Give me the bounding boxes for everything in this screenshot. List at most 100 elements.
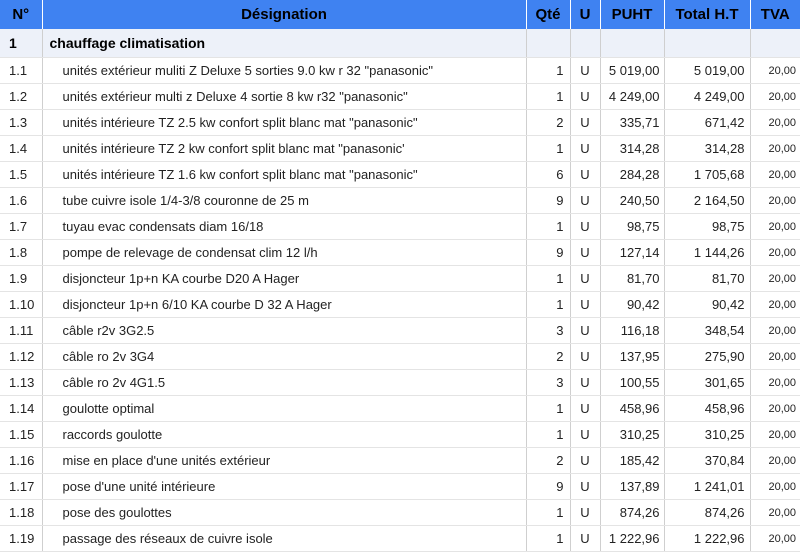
row-designation: tuyau evac condensats diam 16/18 bbox=[42, 213, 527, 240]
row-tva: 20,00 bbox=[750, 109, 800, 136]
row-designation: unités extérieur multi z Deluxe 4 sortie… bbox=[42, 83, 527, 110]
row-tva: 20,00 bbox=[750, 525, 800, 552]
row-total-ht: 81,70 bbox=[664, 265, 751, 292]
row-num: 1.10 bbox=[0, 291, 43, 318]
table-row[interactable]: 1.15 raccords goulotte 1 U 310,25 310,25 20,00 bbox=[0, 421, 800, 448]
row-unit: U bbox=[570, 135, 601, 162]
table-row[interactable]: 1.3 unités intérieure TZ 2.5 kw confort s… bbox=[0, 109, 800, 136]
row-qte: 1 bbox=[526, 57, 571, 84]
row-total-ht: 1 222,96 bbox=[664, 525, 751, 552]
row-designation: disjoncteur 1p+n KA courbe D20 A Hager bbox=[42, 265, 527, 292]
row-puht: 90,42 bbox=[600, 291, 665, 318]
row-num: 1.9 bbox=[0, 265, 43, 292]
row-qte: 1 bbox=[526, 265, 571, 292]
row-qte: 2 bbox=[526, 447, 571, 474]
row-puht: 127,14 bbox=[600, 239, 665, 266]
row-puht: 81,70 bbox=[600, 265, 665, 292]
row-qte: 1 bbox=[526, 395, 571, 422]
row-num: 1.16 bbox=[0, 447, 43, 474]
row-puht: 185,42 bbox=[600, 447, 665, 474]
row-puht: 5 019,00 bbox=[600, 57, 665, 84]
row-num: 1.18 bbox=[0, 499, 43, 526]
table-row[interactable]: 1.12 câble ro 2v 3G4 2 U 137,95 275,90 20,00 bbox=[0, 343, 800, 370]
row-qte: 1 bbox=[526, 291, 571, 318]
row-puht: 874,26 bbox=[600, 499, 665, 526]
row-total-ht: 275,90 bbox=[664, 343, 751, 370]
row-total-ht: 671,42 bbox=[664, 109, 751, 136]
row-total-ht: 4 249,00 bbox=[664, 83, 751, 110]
row-qte: 3 bbox=[526, 369, 571, 396]
table-row[interactable]: 1.5 unités intérieure TZ 1.6 kw confort s… bbox=[0, 161, 800, 188]
row-designation: câble ro 2v 3G4 bbox=[42, 343, 527, 370]
table-row[interactable]: 1.6 tube cuivre isole 1/4-3/8 couronne de… bbox=[0, 187, 800, 214]
table-row[interactable]: 1.14 goulotte optimal 1 U 458,96 458,96 20,00 bbox=[0, 395, 800, 422]
row-tva: 20,00 bbox=[750, 343, 800, 370]
table-row[interactable]: 1.2 unités extérieur multi z Deluxe 4 sor… bbox=[0, 83, 800, 110]
table-row[interactable]: 1.4 unités intérieure TZ 2 kw confort spl… bbox=[0, 135, 800, 162]
table-row[interactable]: 1.8 pompe de relevage de condensat clim 1… bbox=[0, 239, 800, 266]
row-unit: U bbox=[570, 499, 601, 526]
header-puht[interactable]: PUHT bbox=[600, 0, 665, 29]
row-total-ht: 348,54 bbox=[664, 317, 751, 344]
row-unit: U bbox=[570, 265, 601, 292]
header-total-ht[interactable]: Total H.T bbox=[664, 0, 751, 29]
row-unit: U bbox=[570, 213, 601, 240]
row-total-ht: 310,25 bbox=[664, 421, 751, 448]
row-unit: U bbox=[570, 525, 601, 552]
row-tva: 20,00 bbox=[750, 317, 800, 344]
row-designation: câble r2v 3G2.5 bbox=[42, 317, 527, 344]
row-num: 1.4 bbox=[0, 135, 43, 162]
row-tva: 20,00 bbox=[750, 161, 800, 188]
table-row[interactable]: 1.1 unités extérieur muliti Z Deluxe 5 so… bbox=[0, 57, 800, 84]
row-num: 1.14 bbox=[0, 395, 43, 422]
row-total-ht: 2 164,50 bbox=[664, 187, 751, 214]
row-qte: 9 bbox=[526, 473, 571, 500]
row-designation: pose d'une unité intérieure bbox=[42, 473, 527, 500]
table-row[interactable]: 1.10 disjoncteur 1p+n 6/10 KA courbe D 32… bbox=[0, 291, 800, 318]
table-row[interactable]: 1.19 passage des réseaux de cuivre isole 1… bbox=[0, 525, 800, 552]
table-row[interactable]: 1.7 tuyau evac condensats diam 16/18 1 U 98,… bbox=[0, 213, 800, 240]
table-row[interactable]: 1.13 câble ro 2v 4G1.5 3 U 100,55 301,65 20,00 bbox=[0, 369, 800, 396]
header-designation[interactable]: Désignation bbox=[42, 0, 527, 29]
table-row[interactable]: 1.11 câble r2v 3G2.5 3 U 116,18 348,54 20,00 bbox=[0, 317, 800, 344]
row-qte: 9 bbox=[526, 239, 571, 266]
row-unit: U bbox=[570, 83, 601, 110]
section-num: 1 bbox=[0, 29, 43, 58]
row-puht: 137,95 bbox=[600, 343, 665, 370]
row-num: 1.11 bbox=[0, 317, 43, 344]
row-qte: 1 bbox=[526, 499, 571, 526]
row-puht: 98,75 bbox=[600, 213, 665, 240]
row-num: 1.8 bbox=[0, 239, 43, 266]
table-row[interactable]: 1.9 disjoncteur 1p+n KA courbe D20 A Hage… bbox=[0, 265, 800, 292]
table-row[interactable]: 1.18 pose des goulottes 1 U 874,26 874,26 20,0… bbox=[0, 499, 800, 526]
row-unit: U bbox=[570, 57, 601, 84]
row-puht: 240,50 bbox=[600, 187, 665, 214]
row-tva: 20,00 bbox=[750, 265, 800, 292]
header-unit[interactable]: U bbox=[570, 0, 601, 29]
header-qte[interactable]: Qté bbox=[526, 0, 571, 29]
row-total-ht: 301,65 bbox=[664, 369, 751, 396]
row-puht: 284,28 bbox=[600, 161, 665, 188]
section-row[interactable]: 1 chauffage climatisation bbox=[0, 29, 800, 58]
table-row[interactable]: 1.17 pose d'une unité intérieure 9 U 137,89 1… bbox=[0, 473, 800, 500]
row-puht: 335,71 bbox=[600, 109, 665, 136]
header-num[interactable]: N° bbox=[0, 0, 43, 29]
row-unit: U bbox=[570, 369, 601, 396]
row-total-ht: 1 144,26 bbox=[664, 239, 751, 266]
header-tva[interactable]: TVA bbox=[750, 0, 800, 29]
quote-table: N° Désignation Qté U PUHT Total H.T TVA … bbox=[0, 0, 800, 552]
header-row: N° Désignation Qté U PUHT Total H.T TVA bbox=[0, 0, 800, 29]
row-puht: 314,28 bbox=[600, 135, 665, 162]
row-tva: 20,00 bbox=[750, 291, 800, 318]
table-body: 1 chauffage climatisation 1.1 unités exté… bbox=[0, 29, 800, 552]
row-qte: 9 bbox=[526, 187, 571, 214]
row-designation: unités intérieure TZ 1.6 kw confort spli… bbox=[42, 161, 527, 188]
row-designation: pompe de relevage de condensat clim 12 l… bbox=[42, 239, 527, 266]
table-row[interactable]: 1.16 mise en place d'une unités extérieur… bbox=[0, 447, 800, 474]
row-unit: U bbox=[570, 291, 601, 318]
row-puht: 116,18 bbox=[600, 317, 665, 344]
row-total-ht: 458,96 bbox=[664, 395, 751, 422]
row-qte: 1 bbox=[526, 421, 571, 448]
section-cell-tva bbox=[750, 29, 800, 58]
row-unit: U bbox=[570, 421, 601, 448]
